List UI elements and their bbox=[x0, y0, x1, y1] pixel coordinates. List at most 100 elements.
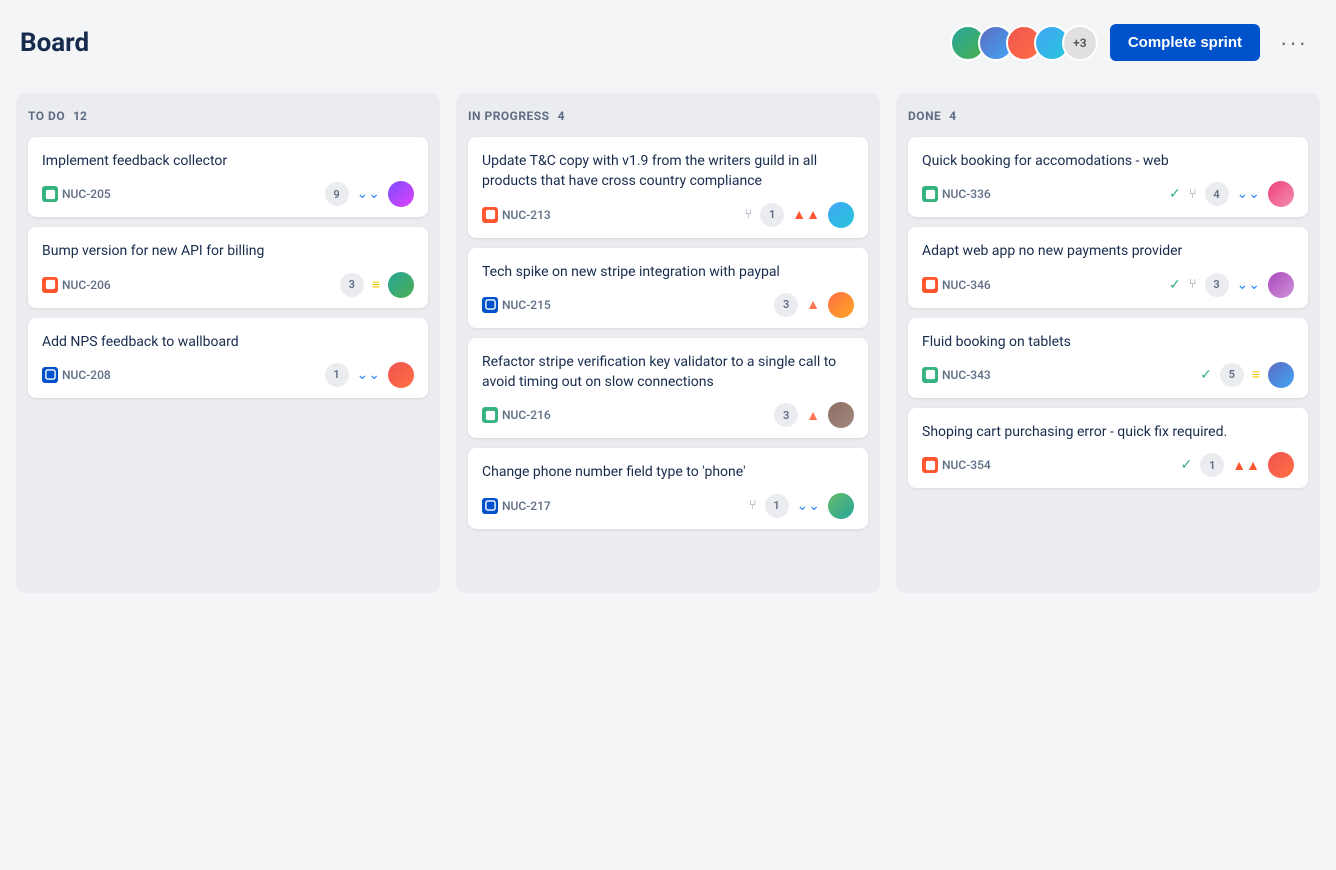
issue-tag: NUC-205 bbox=[42, 186, 111, 202]
card-footer: NUC-215 3 ▲ bbox=[482, 292, 854, 318]
header-right: +3 Complete sprint ··· bbox=[950, 24, 1316, 61]
story-points-badge: 1 bbox=[760, 203, 784, 227]
issue-type-icon bbox=[42, 367, 58, 383]
card-title: Refactor stripe verification key validat… bbox=[482, 352, 854, 393]
issue-key: NUC-343 bbox=[942, 368, 991, 382]
priority-icon: ⌄⌄ bbox=[1237, 186, 1260, 202]
card-footer: NUC-354 ✓ 1 ▲▲ bbox=[922, 452, 1294, 478]
issue-key: NUC-336 bbox=[942, 187, 991, 201]
issue-tag: NUC-215 bbox=[482, 297, 551, 313]
check-icon: ✓ bbox=[1169, 186, 1181, 202]
story-points-badge: 1 bbox=[325, 363, 349, 387]
board-header: Board +3 Complete sprint ··· bbox=[16, 16, 1320, 69]
card-title: Implement feedback collector bbox=[42, 151, 414, 171]
card[interactable]: Quick booking for accomodations - web NU… bbox=[908, 137, 1308, 217]
card-title: Change phone number field type to 'phone… bbox=[482, 462, 854, 482]
issue-key: NUC-206 bbox=[62, 278, 111, 292]
story-points-badge: 3 bbox=[774, 293, 798, 317]
issue-key: NUC-213 bbox=[502, 208, 551, 222]
assignee-avatar bbox=[1268, 272, 1294, 298]
card[interactable]: Add NPS feedback to wallboard NUC-208 1 … bbox=[28, 318, 428, 398]
issue-type-icon bbox=[42, 277, 58, 293]
issue-tag: NUC-217 bbox=[482, 498, 551, 514]
card-title: Adapt web app no new payments provider bbox=[922, 241, 1294, 261]
card[interactable]: Bump version for new API for billing NUC… bbox=[28, 227, 428, 307]
assignee-avatar bbox=[388, 362, 414, 388]
assignee-avatar bbox=[1268, 181, 1294, 207]
story-points-badge: 1 bbox=[1200, 453, 1224, 477]
issue-tag: NUC-346 bbox=[922, 277, 991, 293]
card[interactable]: Fluid booking on tablets NUC-343 ✓ 5 ≡ bbox=[908, 318, 1308, 398]
card-footer: NUC-336 ✓ ⑂ 4 ⌄⌄ bbox=[922, 181, 1294, 207]
complete-sprint-button[interactable]: Complete sprint bbox=[1110, 24, 1260, 61]
assignee-avatar bbox=[388, 272, 414, 298]
check-icon: ✓ bbox=[1200, 367, 1212, 383]
column-header-inprogress: IN PROGRESS 4 bbox=[468, 109, 868, 123]
card-footer: NUC-346 ✓ ⑂ 3 ⌄⌄ bbox=[922, 272, 1294, 298]
assignee-avatar bbox=[1268, 452, 1294, 478]
story-points-badge: 1 bbox=[765, 494, 789, 518]
assignee-avatar bbox=[828, 493, 854, 519]
card[interactable]: Refactor stripe verification key validat… bbox=[468, 338, 868, 439]
check-icon: ✓ bbox=[1181, 457, 1193, 473]
git-branch-icon: ⑂ bbox=[744, 207, 752, 222]
check-icon: ✓ bbox=[1169, 277, 1181, 293]
issue-key: NUC-217 bbox=[502, 499, 551, 513]
priority-icon: ≡ bbox=[1252, 366, 1260, 383]
column-count-inprogress: 4 bbox=[558, 109, 565, 123]
card[interactable]: Tech spike on new stripe integration wit… bbox=[468, 248, 868, 328]
assignee-avatar bbox=[828, 292, 854, 318]
card[interactable]: Adapt web app no new payments provider N… bbox=[908, 227, 1308, 307]
priority-icon: ⌄⌄ bbox=[357, 367, 380, 383]
issue-type-icon bbox=[482, 407, 498, 423]
issue-key: NUC-354 bbox=[942, 458, 991, 472]
story-points-badge: 4 bbox=[1205, 182, 1229, 206]
card[interactable]: Change phone number field type to 'phone… bbox=[468, 448, 868, 528]
column-title-done: DONE bbox=[908, 109, 941, 123]
page-title: Board bbox=[20, 28, 89, 58]
card-title: Bump version for new API for billing bbox=[42, 241, 414, 261]
assignee-avatar bbox=[828, 202, 854, 228]
card-footer: NUC-217 ⑂ 1 ⌄⌄ bbox=[482, 493, 854, 519]
issue-key: NUC-216 bbox=[502, 408, 551, 422]
card-footer: NUC-213 ⑂ 1 ▲▲ bbox=[482, 202, 854, 228]
kanban-board: TO DO 12 Implement feedback collector NU… bbox=[16, 93, 1320, 593]
card-footer: NUC-216 3 ▲ bbox=[482, 402, 854, 428]
issue-type-icon bbox=[922, 186, 938, 202]
card[interactable]: Implement feedback collector NUC-205 9 ⌄… bbox=[28, 137, 428, 217]
card-title: Update T&C copy with v1.9 from the write… bbox=[482, 151, 854, 192]
issue-type-icon bbox=[482, 498, 498, 514]
avatar-more[interactable]: +3 bbox=[1062, 25, 1098, 61]
issue-key: NUC-208 bbox=[62, 368, 111, 382]
story-points-badge: 9 bbox=[325, 182, 349, 206]
priority-icon: ▲ bbox=[806, 296, 820, 313]
git-branch-icon: ⑂ bbox=[749, 498, 757, 513]
issue-type-icon bbox=[42, 186, 58, 202]
card-title: Quick booking for accomodations - web bbox=[922, 151, 1294, 171]
card-footer: NUC-343 ✓ 5 ≡ bbox=[922, 362, 1294, 388]
issue-type-icon bbox=[922, 457, 938, 473]
assignee-avatar bbox=[828, 402, 854, 428]
issue-key: NUC-215 bbox=[502, 298, 551, 312]
card-footer: NUC-208 1 ⌄⌄ bbox=[42, 362, 414, 388]
story-points-badge: 3 bbox=[340, 273, 364, 297]
column-title-inprogress: IN PROGRESS bbox=[468, 109, 550, 123]
card-title: Tech spike on new stripe integration wit… bbox=[482, 262, 854, 282]
issue-tag: NUC-216 bbox=[482, 407, 551, 423]
priority-icon: ▲▲ bbox=[792, 206, 820, 223]
card[interactable]: Update T&C copy with v1.9 from the write… bbox=[468, 137, 868, 238]
column-todo: TO DO 12 Implement feedback collector NU… bbox=[16, 93, 440, 593]
assignee-avatar bbox=[388, 181, 414, 207]
git-branch-icon: ⑂ bbox=[1189, 187, 1197, 202]
issue-tag: NUC-213 bbox=[482, 207, 551, 223]
card[interactable]: Shoping cart purchasing error - quick fi… bbox=[908, 408, 1308, 488]
card-title: Fluid booking on tablets bbox=[922, 332, 1294, 352]
issue-type-icon bbox=[482, 297, 498, 313]
story-points-badge: 3 bbox=[1205, 273, 1229, 297]
team-avatars[interactable]: +3 bbox=[950, 25, 1098, 61]
column-count-done: 4 bbox=[949, 109, 956, 123]
more-options-button[interactable]: ··· bbox=[1272, 26, 1316, 60]
issue-tag: NUC-208 bbox=[42, 367, 111, 383]
story-points-badge: 3 bbox=[774, 403, 798, 427]
assignee-avatar bbox=[1268, 362, 1294, 388]
